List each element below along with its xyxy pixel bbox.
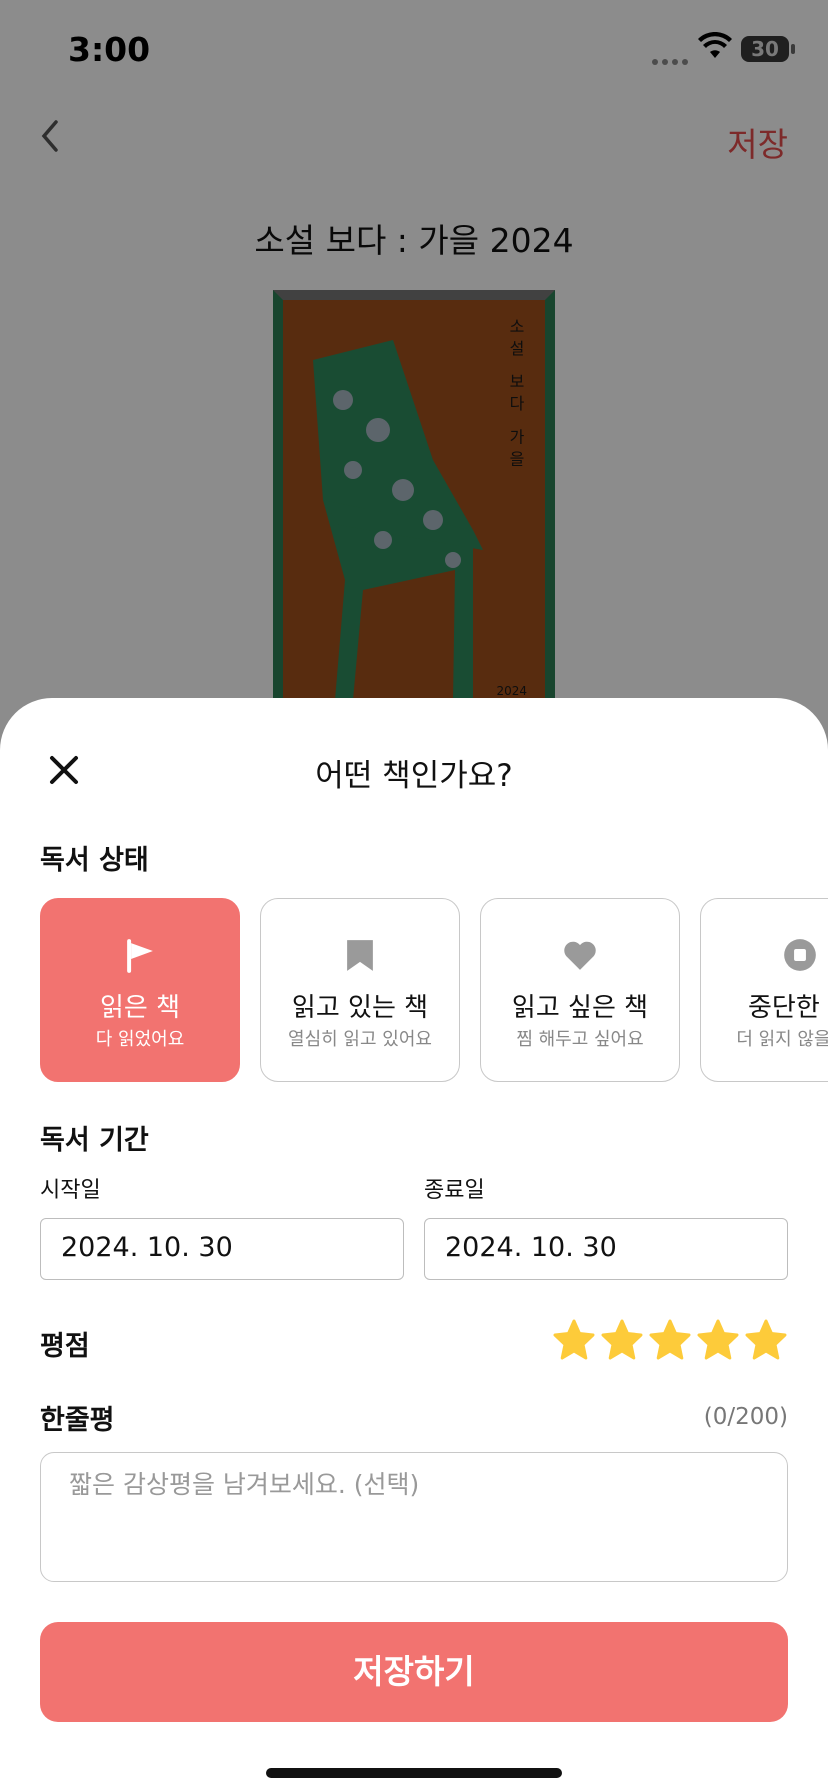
reading-period-label: 독서 기간: [40, 1125, 149, 1156]
book-info-sheet: 어떤 책인가요? 독서 상태 읽은 책 다 읽었어요 읽고 있는 책 열심히 읽…: [0, 698, 828, 1792]
review-char-count: (0/200): [703, 1404, 788, 1430]
star-icon[interactable]: [648, 1318, 692, 1362]
heart-icon: [564, 941, 596, 970]
rating-label: 평점: [40, 1331, 90, 1362]
stop-icon: [784, 939, 816, 971]
review-input[interactable]: 짧은 감상평을 남겨보세요. (선택): [40, 1452, 788, 1582]
status-option-stopped[interactable]: 중단한 책 더 읽지 않을래요: [700, 898, 828, 1082]
status-option-title: 읽은 책: [99, 993, 181, 1023]
reading-status-label: 독서 상태: [40, 845, 149, 876]
start-date-field[interactable]: 2024. 10. 30: [40, 1218, 404, 1280]
star-icon[interactable]: [552, 1318, 596, 1362]
home-indicator: [266, 1768, 562, 1778]
start-date-label: 시작일: [40, 1178, 101, 1203]
bookmark-icon: [347, 940, 373, 971]
status-option-subtitle: 찜 해두고 싶어요: [516, 1029, 644, 1050]
star-rating: [548, 1318, 788, 1364]
sheet-title: 어떤 책인가요?: [315, 758, 513, 794]
flag-icon: [127, 939, 153, 973]
star-icon[interactable]: [696, 1318, 740, 1362]
status-option-title: 읽고 싶은 책: [511, 993, 649, 1023]
end-date-label: 종료일: [424, 1178, 485, 1203]
status-option-read[interactable]: 읽은 책 다 읽었어요: [40, 898, 240, 1082]
end-date-field[interactable]: 2024. 10. 30: [424, 1218, 788, 1280]
star-icon[interactable]: [744, 1318, 788, 1362]
save-button[interactable]: 저장하기: [40, 1622, 788, 1722]
status-option-subtitle: 다 읽었어요: [95, 1029, 185, 1050]
reading-status-options: 읽은 책 다 읽었어요 읽고 있는 책 열심히 읽고 있어요 읽고 싶은 책 찜…: [40, 898, 828, 1082]
status-option-subtitle: 열심히 읽고 있어요: [288, 1029, 432, 1050]
status-option-title: 읽고 있는 책: [291, 993, 429, 1023]
star-icon[interactable]: [600, 1318, 644, 1362]
status-option-title: 중단한 책: [748, 993, 828, 1023]
status-option-reading[interactable]: 읽고 있는 책 열심히 읽고 있어요: [260, 898, 460, 1082]
status-option-subtitle: 더 읽지 않을래요: [736, 1029, 828, 1050]
review-label: 한줄평: [40, 1405, 115, 1436]
status-option-want[interactable]: 읽고 싶은 책 찜 해두고 싶어요: [480, 898, 680, 1082]
